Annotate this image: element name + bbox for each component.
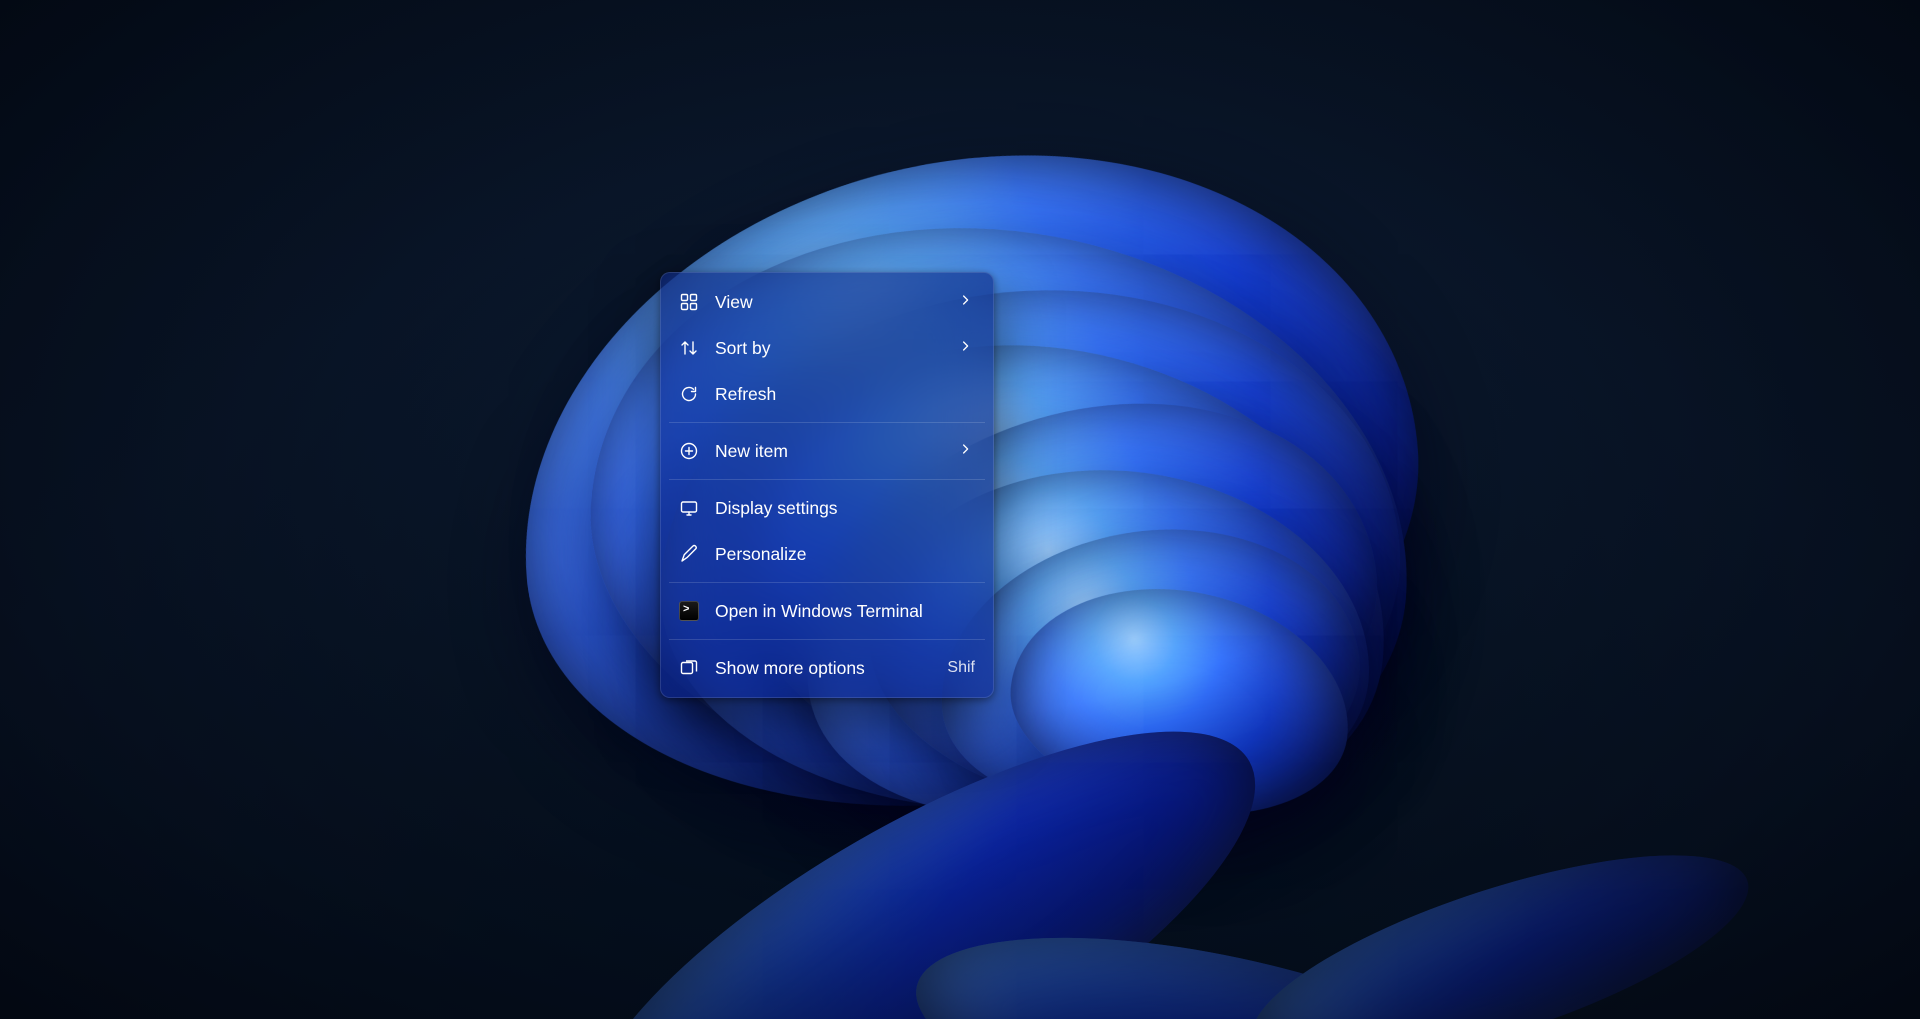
menu-item-accelerator: Shif (939, 659, 975, 677)
menu-item-sort-by[interactable]: Sort by (667, 325, 987, 371)
menu-item-label: Display settings (715, 498, 975, 519)
menu-item-label: View (715, 292, 945, 313)
display-icon (679, 498, 699, 518)
chevron-right-icon (961, 338, 975, 359)
menu-item-label: Show more options (715, 658, 923, 679)
refresh-icon (679, 384, 699, 404)
menu-item-label: New item (715, 441, 945, 462)
menu-item-show-more-options[interactable]: Show more options Shif (667, 645, 987, 691)
chevron-right-icon (961, 292, 975, 313)
menu-item-personalize[interactable]: Personalize (667, 531, 987, 577)
menu-item-view[interactable]: View (667, 279, 987, 325)
grid-icon (679, 292, 699, 312)
menu-item-label: Personalize (715, 544, 975, 565)
sort-icon (679, 338, 699, 358)
menu-item-label: Sort by (715, 338, 945, 359)
menu-item-display-settings[interactable]: Display settings (667, 485, 987, 531)
desktop-context-menu: View Sort by Refresh New item (660, 272, 994, 698)
chevron-right-icon (961, 441, 975, 462)
terminal-icon (679, 601, 699, 621)
menu-item-refresh[interactable]: Refresh (667, 371, 987, 417)
personalize-icon (679, 544, 699, 564)
menu-separator (669, 479, 985, 480)
more-icon (679, 658, 699, 678)
menu-separator (669, 639, 985, 640)
menu-item-label: Refresh (715, 384, 975, 405)
new-icon (679, 441, 699, 461)
menu-separator (669, 582, 985, 583)
menu-item-new[interactable]: New item (667, 428, 987, 474)
menu-separator (669, 422, 985, 423)
menu-item-label: Open in Windows Terminal (715, 601, 975, 622)
menu-item-open-terminal[interactable]: Open in Windows Terminal (667, 588, 987, 634)
